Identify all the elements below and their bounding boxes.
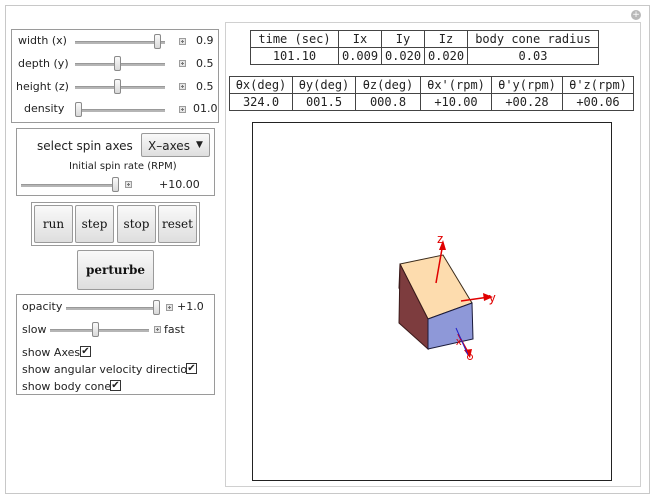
speed-slow-label: slow: [22, 323, 47, 336]
table-cell: +00.06: [562, 93, 634, 111]
opacity-value: +1.0: [177, 300, 204, 313]
y-axis-label: y: [489, 290, 496, 305]
depth-thumb[interactable]: [114, 56, 121, 71]
density-track[interactable]: [75, 109, 165, 112]
expand-icon[interactable]: +: [631, 10, 641, 20]
spin-axes-label: select spin axes: [37, 139, 133, 153]
opacity-plus-icon[interactable]: [166, 304, 173, 311]
spin-axes-value: X–axes: [148, 139, 190, 153]
table-header: θz(deg): [355, 76, 421, 94]
table-cell: 0.020: [381, 47, 425, 65]
opacity-label: opacity: [22, 300, 63, 313]
width-value: 0.9: [196, 34, 214, 47]
table-cell: 0.009: [338, 47, 382, 65]
table-cell: 324.0: [229, 93, 293, 111]
density-plus-icon[interactable]: [179, 106, 186, 113]
height-thumb[interactable]: [114, 79, 121, 94]
perturbe-button[interactable]: perturbe: [77, 250, 154, 290]
table-cell: 0.020: [424, 47, 468, 65]
speed-thumb[interactable]: [92, 322, 99, 337]
depth-label: depth (y): [18, 57, 69, 70]
speed-plus-icon[interactable]: [154, 326, 161, 333]
height-plus-icon[interactable]: [179, 83, 186, 90]
width-track[interactable]: [75, 41, 165, 44]
spin-rate-thumb[interactable]: [112, 177, 119, 192]
stop-button[interactable]: stop: [117, 205, 156, 243]
table-header: time (sec): [250, 30, 339, 48]
width-label: width (x): [18, 34, 67, 47]
table-row: 101.10 0.009 0.020 0.020 0.03: [250, 47, 599, 65]
spin-rate-value: +10.00: [159, 178, 200, 191]
angles-table: θx(deg) θy(deg) θz(deg) θx'(rpm) θ'y(rpm…: [229, 76, 634, 111]
rigid-body-scene: z y x: [398, 231, 496, 360]
table-header: θy(deg): [292, 76, 356, 94]
depth-value: 0.5: [196, 57, 214, 70]
height-value: 0.5: [196, 80, 214, 93]
run-button[interactable]: run: [34, 205, 73, 243]
spin-rate-plus-icon[interactable]: [125, 181, 132, 188]
density-label: density: [24, 102, 65, 115]
table-header: Ix: [338, 30, 382, 48]
table-row: θx(deg) θy(deg) θz(deg) θx'(rpm) θ'y(rpm…: [229, 76, 634, 94]
width-plus-icon[interactable]: [179, 38, 186, 45]
density-thumb[interactable]: [75, 102, 82, 117]
show-angular-label: show angular velocity direction: [22, 363, 195, 376]
table-header: body cone radius: [467, 30, 599, 48]
step-button[interactable]: step: [75, 205, 114, 243]
chevron-down-icon: ▼: [196, 140, 203, 150]
table-header: Iz: [424, 30, 468, 48]
height-label: height (z): [16, 80, 69, 93]
density-value: 01.0: [193, 102, 218, 115]
table-header: θx(deg): [229, 76, 293, 94]
spin-axes-select[interactable]: X–axes ▼: [141, 133, 210, 157]
opacity-thumb[interactable]: [153, 300, 160, 315]
table-header: θ'y(rpm): [491, 76, 563, 94]
speed-track[interactable]: [50, 329, 149, 332]
width-thumb[interactable]: [154, 34, 161, 49]
table-header: Iy: [381, 30, 425, 48]
table-cell: 001.5: [292, 93, 356, 111]
show-angular-checkbox[interactable]: ✔: [186, 363, 197, 374]
3d-viewport[interactable]: z y x: [252, 122, 612, 481]
speed-fast-label: fast: [164, 323, 185, 336]
table-header: θx'(rpm): [420, 76, 492, 94]
inertia-table: time (sec) Ix Iy Iz body cone radius 101…: [250, 30, 599, 65]
opacity-track[interactable]: [66, 307, 160, 310]
spin-rate-label: Initial spin rate (RPM): [69, 161, 177, 172]
spin-rate-track[interactable]: [21, 184, 118, 187]
show-cone-checkbox[interactable]: ✔: [110, 380, 121, 391]
z-axis-label: z: [437, 231, 444, 246]
table-header: θ'z(rpm): [562, 76, 634, 94]
reset-button[interactable]: reset: [158, 205, 197, 243]
table-cell: 0.03: [467, 47, 599, 65]
table-row: 324.0 001.5 000.8 +10.00 +00.28 +00.06: [229, 93, 634, 111]
show-axes-label: show Axes: [22, 346, 81, 359]
table-cell: 000.8: [355, 93, 421, 111]
depth-plus-icon[interactable]: [179, 60, 186, 67]
x-axis-label: x: [456, 336, 462, 348]
show-cone-label: show body cone: [22, 380, 112, 393]
table-cell: +00.28: [491, 93, 563, 111]
show-axes-checkbox[interactable]: ✔: [80, 346, 91, 357]
table-cell: 101.10: [250, 47, 339, 65]
table-row: time (sec) Ix Iy Iz body cone radius: [250, 30, 599, 48]
table-cell: +10.00: [420, 93, 492, 111]
